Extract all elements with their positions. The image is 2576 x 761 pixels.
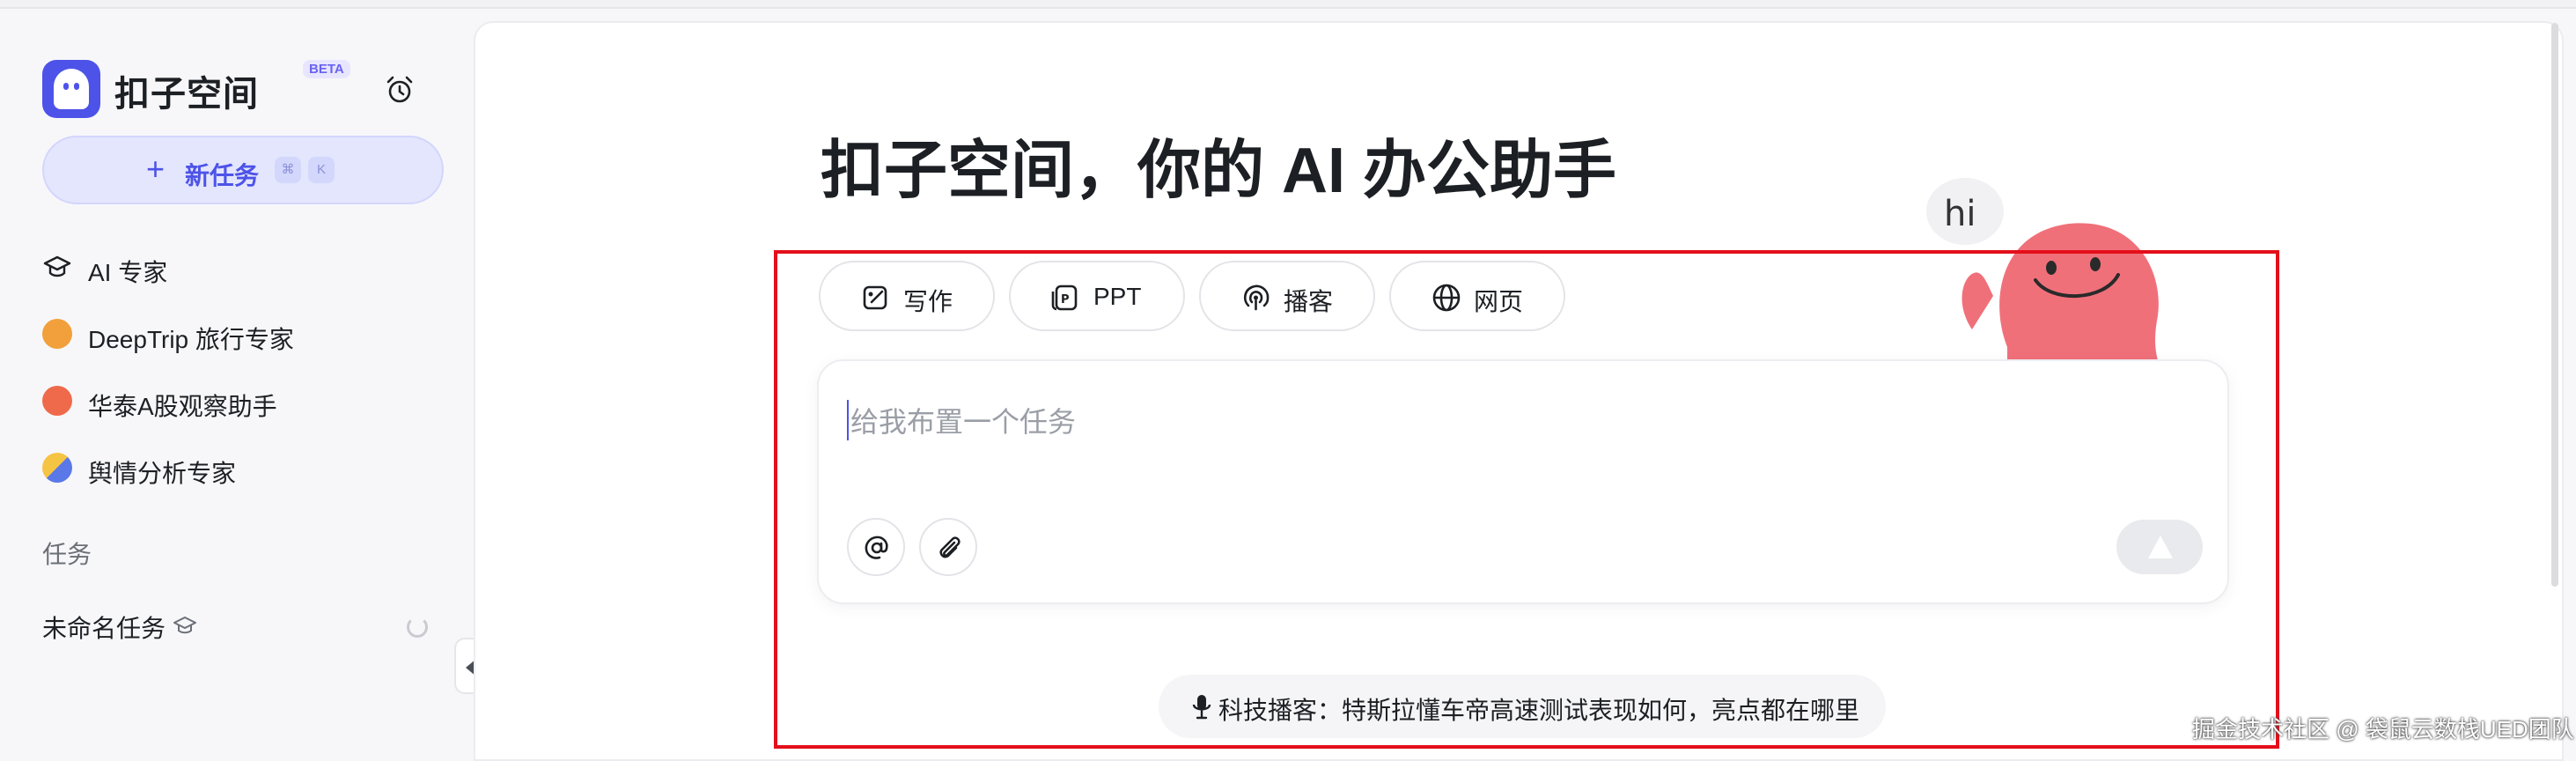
paperclip-icon	[939, 536, 960, 558]
chip-ppt[interactable]: P PPT	[1009, 261, 1185, 331]
new-task-button[interactable]: + 新任务 ⌘ K	[42, 136, 444, 204]
sidebar-item-deeptrip[interactable]: DeepTrip 旅行专家	[42, 312, 447, 356]
task-input-card[interactable]: 给我布置一个任务	[817, 359, 2229, 604]
deeptrip-avatar-icon	[42, 319, 72, 349]
graduation-cap-icon	[173, 617, 196, 634]
graduation-cap-icon	[43, 255, 71, 277]
new-task-label: 新任务	[185, 162, 260, 189]
svg-text:P: P	[1061, 293, 1070, 307]
task-item[interactable]: 未命名任务	[42, 602, 438, 646]
sidebar-item-label: AI 专家	[88, 259, 168, 286]
chip-label: 写作	[903, 288, 953, 315]
brand-name: 扣子空间	[114, 75, 259, 114]
chip-podcast[interactable]: 播客	[1199, 261, 1375, 331]
microphone-icon	[1192, 695, 1211, 720]
beta-badge: BETA	[303, 60, 350, 78]
page-title: 扣子空间，你的 AI 办公助手	[821, 136, 1617, 206]
brand-header: 扣子空间 BETA	[42, 51, 430, 118]
attach-button[interactable]	[919, 518, 977, 576]
sidebar-item-label: 华泰A股观察助手	[88, 393, 277, 420]
suggestion-pill[interactable]: 科技播客：特斯拉懂车帝高速测试表现如何，亮点都在哪里	[1159, 675, 1886, 738]
logo-icon[interactable]	[42, 60, 100, 118]
sidebar: 扣子空间 BETA + 新任务 ⌘ K AI 专家 DeepTrip 旅行专家 …	[0, 11, 472, 761]
plus-icon: +	[146, 151, 166, 187]
window-top-bar	[0, 0, 2576, 9]
sidebar-item-label: 舆情分析专家	[88, 460, 237, 487]
send-arrow-icon	[2148, 536, 2173, 558]
task-label: 未命名任务	[42, 615, 166, 642]
sidebar-item-huatai[interactable]: 华泰A股观察助手	[42, 379, 447, 423]
loading-spinner-icon	[407, 617, 428, 638]
scrollbar[interactable]	[2551, 23, 2558, 587]
watermark: 掘金技术社区 @ 袋鼠云数栈UED团队	[2192, 716, 2574, 743]
chip-label: PPT	[1093, 283, 1142, 310]
at-sign-icon	[865, 536, 888, 559]
globe-icon	[1432, 284, 1461, 312]
tasks-section-title: 任务	[42, 541, 92, 568]
shortcut-k-key: K	[308, 157, 335, 183]
mention-button[interactable]	[847, 518, 905, 576]
suggestion-text: 科技播客：特斯拉懂车帝高速测试表现如何，亮点都在哪里	[1218, 697, 1860, 724]
sidebar-item-label: DeepTrip 旅行专家	[88, 326, 294, 353]
sidebar-item-opinion[interactable]: 舆情分析专家	[42, 446, 447, 490]
chip-label: 播客	[1284, 288, 1334, 315]
ppt-icon: P	[1051, 284, 1078, 311]
chip-writing[interactable]: 写作	[819, 261, 995, 331]
podcast-icon	[1243, 284, 1270, 311]
mascot-speech-text: hi	[1944, 194, 1976, 234]
chip-webpage[interactable]: 网页	[1389, 261, 1565, 331]
write-icon	[863, 285, 887, 310]
opinion-avatar-icon	[42, 453, 72, 483]
alarm-clock-icon[interactable]	[384, 74, 416, 106]
send-button[interactable]	[2116, 520, 2203, 574]
chip-label: 网页	[1474, 288, 1524, 315]
task-input[interactable]: 给我布置一个任务	[847, 400, 1076, 440]
sidebar-item-ai-expert[interactable]: AI 专家	[42, 245, 447, 289]
shortcut-cmd-key: ⌘	[275, 157, 301, 183]
huatai-avatar-icon	[42, 386, 72, 416]
